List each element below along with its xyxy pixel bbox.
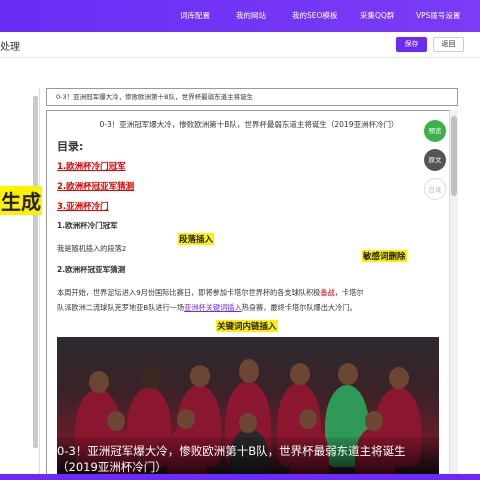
sensitive-word: 备战 bbox=[320, 288, 335, 297]
editor-scrollbar[interactable] bbox=[449, 110, 458, 476]
generate-label: 生成 bbox=[0, 186, 42, 215]
bottom-accent-strip bbox=[0, 474, 480, 480]
original-text-button[interactable]: 原文 bbox=[424, 149, 446, 171]
article-content: 0-3！亚洲冠军爆大冷，惨败欧洲第十B队，世界杯最弱东道主将诞生（2019亚洲杯… bbox=[57, 119, 441, 315]
article-heading: 0-3！亚洲冠军爆大冷，惨败欧洲第十B队，世界杯最弱东道主将诞生（2019亚洲杯… bbox=[99, 120, 399, 129]
nav-qq-groups[interactable]: 采集QQ群 bbox=[360, 0, 394, 32]
preview-button[interactable]: 预览 bbox=[424, 120, 446, 142]
nav-vps-dialup[interactable]: VPS拨号设置 bbox=[416, 0, 460, 32]
toc-item[interactable]: 1.欧洲杯冷门冠军 bbox=[57, 160, 441, 172]
photo-caption: 0-3！亚洲冠军爆大冷，惨败欧洲第十B队，世界杯最弱东道主将诞生（2019亚洲杯… bbox=[57, 444, 406, 474]
para-text: ，卡塔尔 bbox=[334, 288, 364, 297]
section-1-title: 1.欧洲杯冷门冠军 bbox=[57, 221, 118, 230]
back-button[interactable]: 返回 bbox=[433, 37, 464, 52]
left-scrollbar[interactable] bbox=[33, 96, 38, 448]
top-nav-bar: 词库配置 我的网站 我的SEO模板 采集QQ群 VPS拨号设置 bbox=[0, 0, 480, 32]
page-title: 处理 bbox=[0, 42, 20, 53]
para-text: 本周开始，世界足坛进入9月份国际比赛日，即将参加卡塔尔世界杯的各支球队积极 bbox=[57, 288, 321, 297]
paragraph-insert-tag: 段落插入 bbox=[178, 233, 215, 245]
section-2-title: 2.欧洲杯冠亚军猜测 bbox=[57, 265, 126, 274]
section-2-paragraph: 本周开始，世界足坛进入9月份国际比赛日，即将参加卡塔尔世界杯的各支球队积极备战，… bbox=[57, 285, 441, 315]
page-header: 处理 保存 返回 bbox=[0, 32, 480, 58]
nav-word-library[interactable]: 词库配置 bbox=[180, 0, 210, 32]
save-button[interactable]: 保存 bbox=[396, 37, 427, 52]
toc-title: 目录: bbox=[57, 140, 84, 153]
toc-item[interactable]: 2.欧洲杯冠亚军猜测 bbox=[57, 180, 441, 192]
nav-seo-templates[interactable]: 我的SEO模板 bbox=[292, 0, 337, 32]
keyword-link[interactable]: 亚洲杯关键词插入 bbox=[184, 303, 242, 312]
nav-my-sites[interactable]: 我的网站 bbox=[236, 0, 266, 32]
scrollbar-thumb[interactable] bbox=[451, 116, 457, 196]
para-text: 队派欧洲二流球队克罗地亚B队进行一场 bbox=[57, 303, 185, 312]
article-title-field[interactable]: 0-3！亚洲冠军爆大冷，惨败欧洲第十B队，世界杯最弱东道主将诞生 bbox=[46, 88, 458, 106]
toc-button[interactable]: 目录 bbox=[424, 178, 446, 200]
sensitive-delete-tag: 敏感词删除 bbox=[362, 250, 407, 262]
toc-item[interactable]: 3.亚洲杯冷门 bbox=[57, 200, 441, 212]
keyword-link-insert-tag: 关键词内链插入 bbox=[216, 320, 278, 332]
article-editor[interactable]: 0-3！亚洲冠军爆大冷，惨败欧洲第十B队，世界杯最弱东道主将诞生（2019亚洲杯… bbox=[46, 110, 458, 476]
para-text: 热身赛，最终卡塔尔队爆出大冷门。 bbox=[241, 303, 357, 312]
